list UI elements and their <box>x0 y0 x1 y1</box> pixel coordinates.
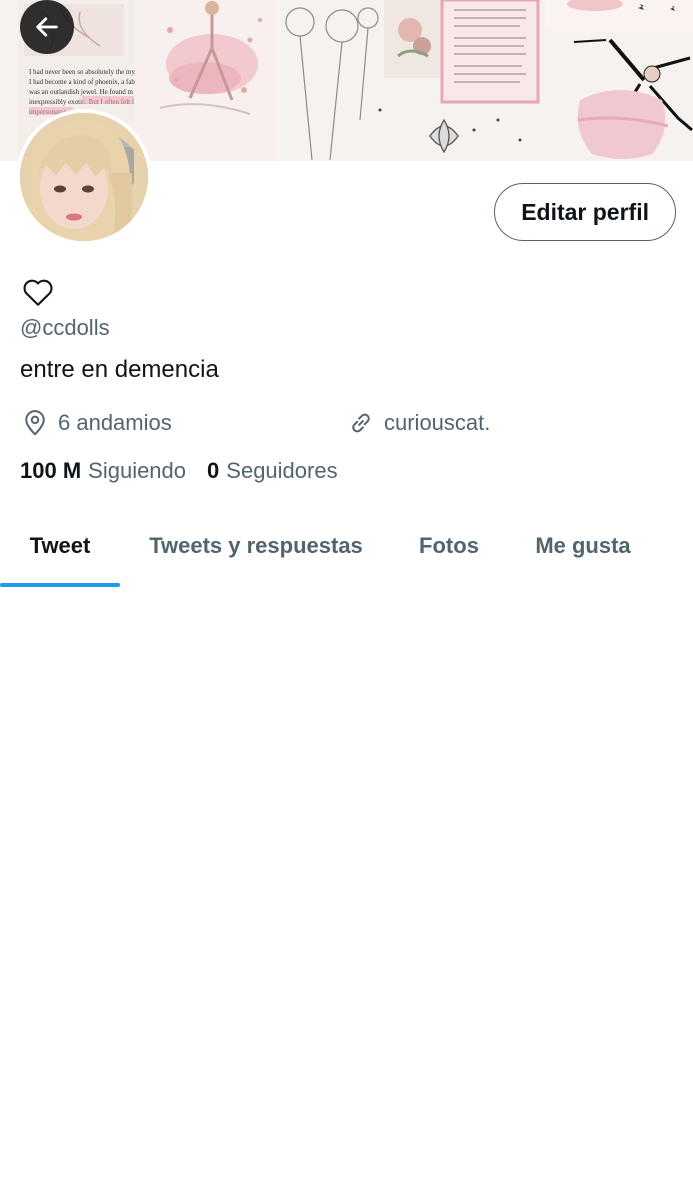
location-text: 6 andamios <box>58 410 172 435</box>
location-pin-icon <box>25 410 45 436</box>
edit-profile-button[interactable]: Editar perfil <box>494 183 676 241</box>
avatar[interactable] <box>16 109 152 245</box>
follow-stats: 100 M Siguiendo 0 Seguidores <box>20 458 338 484</box>
back-button[interactable] <box>20 0 74 54</box>
tab-photos[interactable]: Fotos <box>392 505 506 589</box>
arrow-left-icon <box>36 17 58 37</box>
followers-count: 0 <box>207 458 220 483</box>
tab-tweets-label: Tweet <box>29 533 91 558</box>
tab-tweets[interactable]: Tweet <box>0 505 120 589</box>
banner-excerpt-line: was an outlandish jewel. He found m <box>29 88 134 96</box>
profile-bio: entre en demencia <box>20 356 219 383</box>
profile-page: I had never been so absolutely the myste… <box>0 0 693 1200</box>
website-link[interactable]: curiouscat. <box>384 410 490 436</box>
following-label: Siguiendo <box>88 458 187 483</box>
tab-photos-label: Fotos <box>419 533 479 558</box>
following-stat[interactable]: 100 M Siguiendo <box>20 458 186 484</box>
followers-label: Seguidores <box>226 458 338 483</box>
tab-tweets-and-replies-label: Tweets y respuestas <box>149 533 363 558</box>
active-tab-indicator <box>0 583 120 587</box>
banner-excerpt-line: I had become a kind of phoenix, a fabul <box>29 78 140 86</box>
profile-website[interactable]: curiouscat. <box>346 408 490 438</box>
profile-tabs: Tweet Tweets y respuestas Fotos Me gusta <box>0 505 693 589</box>
link-icon <box>352 413 370 433</box>
following-count: 100 M <box>20 458 82 483</box>
followers-stat[interactable]: 0 Seguidores <box>207 458 338 484</box>
tab-likes[interactable]: Me gusta <box>506 505 660 589</box>
tab-tweets-and-replies[interactable]: Tweets y respuestas <box>120 505 392 589</box>
profile-location: 6 andamios <box>20 408 172 438</box>
banner-excerpt-line: I had never been so absolutely the myste <box>29 68 143 76</box>
profile-handle: @ccdolls <box>20 315 110 340</box>
timeline-empty-area <box>0 590 693 1200</box>
avatar-image <box>20 113 148 241</box>
tab-likes-label: Me gusta <box>535 533 631 558</box>
display-name <box>20 274 56 310</box>
heart-outline-icon <box>23 279 53 306</box>
